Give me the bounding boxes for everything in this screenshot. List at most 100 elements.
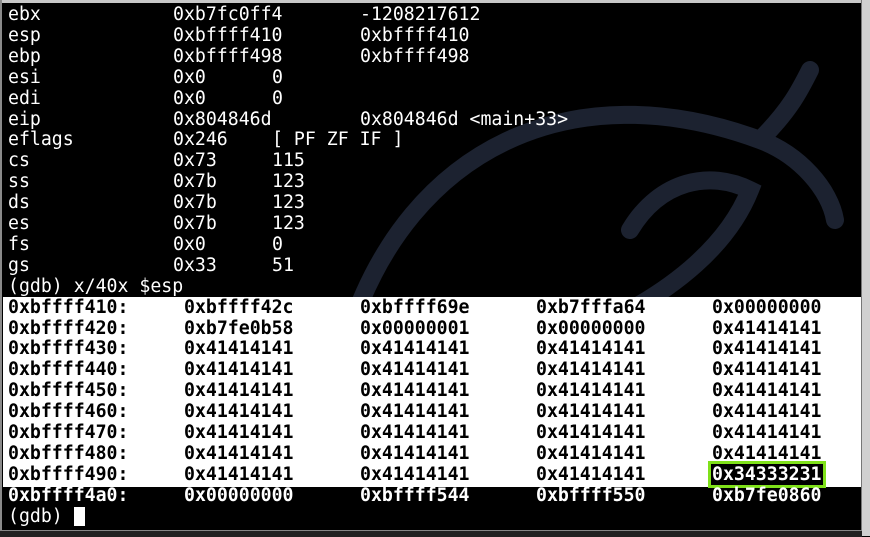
memory-word: 0x41414141: [184, 463, 294, 485]
scrollbar[interactable]: [861, 0, 870, 536]
memory-row: 0xbffff420: 0xb7fe0b58 0x00000001 0x0000000…: [0, 318, 862, 339]
window-top-border: [0, 0, 870, 3]
memory-word: 0xbffff550: [536, 484, 646, 506]
register-natural-value: 51: [272, 254, 294, 276]
memory-word: 0xbffff544: [360, 484, 470, 506]
memory-word: 0x41414141: [184, 359, 294, 381]
register-natural-value: 0: [272, 66, 283, 88]
register-hex-value: 0x7b: [173, 171, 217, 193]
register-natural-value: 0xbffff410: [360, 24, 470, 46]
register-hex-value: 0xbffff410: [173, 24, 283, 46]
register-row: ebp 0xbffff498 0xbffff498: [0, 46, 862, 67]
register-name: eip: [8, 108, 41, 130]
memory-word: 0x41414141: [360, 422, 470, 443]
memory-word: 0x41414141: [712, 338, 822, 360]
register-hex-value: 0xb7fc0ff4: [173, 4, 283, 25]
memory-row: 0xbffff460: 0x41414141 0x41414141 0x4141414…: [0, 401, 862, 422]
memory-word: 0x41414141: [360, 359, 470, 381]
memory-row: 0xbffff480: 0x41414141 0x41414141 0x4141414…: [0, 443, 862, 464]
memory-word: 0x41414141: [360, 463, 470, 485]
register-name: esp: [8, 24, 41, 46]
memory-word: 0x41414141: [184, 380, 294, 402]
register-natural-value: 123: [272, 192, 305, 214]
register-natural-value: 115: [272, 150, 305, 172]
register-natural-value: 123: [272, 213, 305, 234]
register-hex-value: 0x0: [173, 87, 206, 109]
register-name: es: [8, 213, 30, 234]
memory-row: 0xbffff410: 0xbffff42c 0xbffff69e 0xb7fffa6…: [0, 297, 862, 318]
memory-word: 0xbffff42c: [184, 296, 294, 318]
register-hex-value: 0xbffff498: [173, 45, 283, 67]
register-natural-value: 0: [272, 233, 283, 255]
register-name: fs: [8, 233, 30, 255]
memory-word: 0x41414141: [184, 422, 294, 443]
terminal-cursor: [74, 506, 85, 526]
memory-word: 0x41414141: [184, 401, 294, 423]
register-row: eflags 0x246 [ PF ZF IF ]: [0, 129, 862, 150]
memory-word: 0x41414141: [536, 463, 646, 485]
memory-word: 0xb7fe0860: [712, 484, 822, 506]
register-name: esi: [8, 66, 41, 88]
memory-address: 0xbffff4a0:: [8, 484, 129, 506]
memory-word: 0x00000000: [712, 296, 822, 318]
memory-word: 0x41414141: [360, 338, 470, 360]
register-row: fs 0x0 0: [0, 234, 862, 255]
memory-word: 0x41414141: [360, 401, 470, 423]
register-natural-value: -1208217612: [360, 4, 481, 25]
memory-word: 0x41414141: [184, 442, 294, 464]
memory-address: 0xbffff440:: [8, 359, 129, 381]
register-hex-value: 0x73: [173, 150, 217, 172]
memory-word: 0x41414141: [536, 442, 646, 464]
memory-word: 0x00000001: [360, 317, 470, 339]
memory-word: 0x41414141: [712, 359, 822, 381]
gdb-command-line: (gdb) x/40x $esp: [0, 276, 862, 297]
register-natural-value: [ PF ZF IF ]: [272, 129, 404, 151]
memory-word: 0x41414141: [536, 401, 646, 423]
memory-word: 0x41414141: [712, 401, 822, 423]
register-name: eflags: [8, 129, 74, 151]
memory-word: 0x00000000: [184, 484, 294, 506]
gdb-prompt-line: (gdb): [0, 506, 862, 527]
register-hex-value: 0x0: [173, 66, 206, 88]
register-hex-value: 0x7b: [173, 192, 217, 214]
memory-word: 0x41414141: [536, 422, 646, 443]
register-natural-value: 0x804846d <main+33>: [360, 108, 569, 130]
register-name: cs: [8, 150, 30, 172]
memory-word: 0x41414141: [536, 359, 646, 381]
memory-word: 0x41414141: [536, 338, 646, 360]
highlighted-memory-word: 0x34333231: [708, 460, 826, 488]
register-row: gs 0x33 51: [0, 255, 862, 276]
register-name: ds: [8, 192, 30, 214]
memory-row: 0xbffff440: 0x41414141 0x41414141 0x4141414…: [0, 359, 862, 380]
register-row: eip 0x804846d 0x804846d <main+33>: [0, 109, 862, 130]
memory-address: 0xbffff480:: [8, 442, 129, 464]
memory-word: 0x41414141: [712, 422, 822, 443]
memory-address: 0xbffff460:: [8, 401, 129, 423]
memory-row: 0xbffff4a0: 0x00000000 0xbffff544 0xbffff55…: [0, 485, 862, 506]
register-row: ss 0x7b 123: [0, 171, 862, 192]
register-row: ds 0x7b 123: [0, 192, 862, 213]
memory-word: 0x41414141: [712, 317, 822, 339]
memory-address: 0xbffff410:: [8, 296, 129, 318]
gdb-command: (gdb) x/40x $esp: [8, 275, 184, 297]
memory-address: 0xbffff490:: [8, 463, 129, 485]
register-natural-value: 0xbffff498: [360, 45, 470, 67]
memory-word: 0x41414141: [712, 380, 822, 402]
gdb-prompt: (gdb): [8, 505, 74, 527]
register-natural-value: 0: [272, 87, 283, 109]
memory-word: 0x41414141: [360, 380, 470, 402]
register-hex-value: 0x33: [173, 254, 217, 276]
memory-row: 0xbffff450: 0x41414141 0x41414141 0x4141414…: [0, 380, 862, 401]
memory-address: 0xbffff420:: [8, 317, 129, 339]
memory-word: 0xb7fffa64: [536, 296, 646, 318]
register-hex-value: 0x804846d: [173, 108, 272, 130]
register-row: cs 0x73 115: [0, 150, 862, 171]
memory-address: 0xbffff430:: [8, 338, 129, 360]
memory-word: 0x41414141: [536, 380, 646, 402]
register-hex-value: 0x0: [173, 233, 206, 255]
memory-word: 0x41414141: [360, 442, 470, 464]
register-row: ebx 0xb7fc0ff4 -1208217612: [0, 4, 862, 25]
memory-word: 0x41414141: [712, 442, 822, 464]
register-name: ebx: [8, 4, 41, 25]
register-name: ebp: [8, 45, 41, 67]
